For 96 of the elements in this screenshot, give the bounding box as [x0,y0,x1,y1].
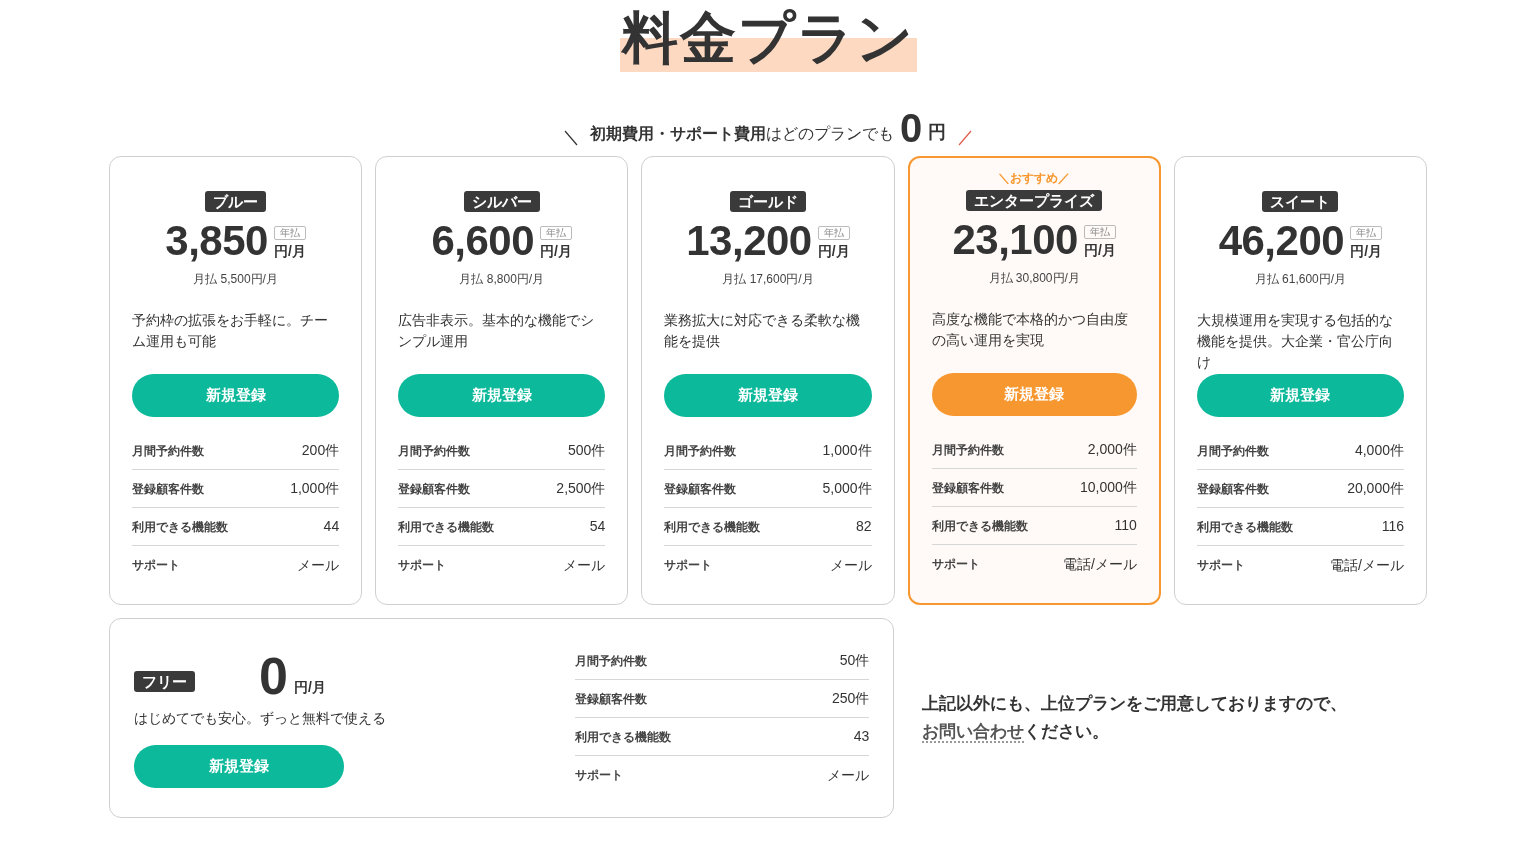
spec-value: 2,500件 [556,479,606,498]
recommend-label: ＼おすすめ／ [998,170,1071,186]
signup-button[interactable]: 新規登録 [1196,374,1404,417]
plan-description: 予約枠の拡張をお手軽に。チーム運用も可能 [132,311,329,351]
signup-button[interactable]: 新規登録 [134,745,344,788]
spec-value: 116 [1381,517,1404,536]
spec-value: 4,000件 [1354,441,1404,460]
spec-label: サポート [931,556,980,573]
spec-label: 月間予約件数 [132,442,204,460]
spec-label: 月間予約件数 [1196,442,1269,460]
spec-label: サポート [398,557,447,574]
plan-price: 3,850 [165,218,268,264]
spec-value: 110 [1114,516,1137,535]
spec-value: 50件 [839,651,870,670]
plan-tag: スイート [1262,191,1339,212]
plan-price: 46,200 [1218,218,1345,264]
spec-value: 500件 [568,441,606,460]
plan-description: 広告非表示。基本的な機能でシンプル運用 [398,311,596,351]
currency-label: 円 [928,121,947,144]
monthly-price: 月払 5,500円/月 [193,271,278,288]
spec-label: 登録顧客件数 [664,480,737,498]
spec-value: 250件 [832,689,870,708]
spec-value: 54 [589,517,606,536]
spec-value: 20,000件 [1347,479,1404,498]
spec-label: サポート [1196,557,1245,574]
plan-price: 6,600 [431,218,535,264]
plan-description: 高度な機能で本格的かつ自由度の高い運用を実現 [931,310,1129,350]
monthly-price: 月払 17,600円/月 [722,271,814,288]
spec-value: 1,000件 [290,479,340,498]
plan-tag: シルバー [463,191,540,212]
plan-description: はじめてでも安心。ずっと無料で使える [134,709,387,728]
note-text: 上記以外にも、上位プランをご用意しておりますので、 お問い合わせ ください。 [922,693,1349,745]
signup-button[interactable]: 新規登録 [398,374,606,417]
spec-label: サポート [664,557,713,574]
plan-price: 23,100 [952,217,1078,263]
spec-value: 44 [323,517,340,536]
spec-value: 10,000件 [1079,478,1137,497]
spec-label: 月間予約件数 [931,441,1004,459]
billing-badge: 年払 [817,226,850,240]
monthly-price: 月払 30,800円/月 [988,270,1080,287]
spec-label: 月間予約件数 [398,442,471,460]
plan-price: 0 [259,648,288,704]
subtitle-text: 初期費用・サポート費用はどのプランでも [589,124,894,144]
spec-value: メール [297,555,340,575]
billing-badge: 年払 [1083,225,1116,239]
billing-badge: 年払 [1350,226,1383,240]
monthly-price: 月払 8,800円/月 [459,271,545,288]
price-unit: 円/月 [540,242,572,260]
billing-badge: 年払 [540,226,573,240]
slash-icon [563,130,578,146]
spec-label: 登録顧客件数 [398,480,471,498]
plan-price: 13,200 [686,218,812,264]
signup-button[interactable]: 新規登録 [664,374,872,417]
spec-label: 月間予約件数 [664,442,737,460]
spec-value: 5,000件 [822,479,872,498]
price-unit: 円/月 [1350,242,1382,260]
price-unit: 円/月 [1083,241,1116,259]
spec-value: 43 [853,727,870,746]
spec-value: 電話/メール [1330,555,1404,575]
plan-tag: ゴールド [730,191,806,212]
spec-label: サポート [132,557,180,574]
spec-value: 200件 [301,441,340,460]
spec-label: サポート [575,767,624,784]
spec-value: 電話/メール [1062,554,1137,574]
slash-icon [958,130,973,146]
plan-description: 大規模運用を実現する包括的な機能を提供。大企業・官公庁向け [1196,311,1394,372]
signup-button[interactable]: 新規登録 [132,374,340,417]
contact-link[interactable]: お問い合わせ [922,722,1025,743]
billing-badge: 年払 [273,226,306,240]
spec-label: 利用できる機能数 [1196,518,1293,536]
spec-label: 登録顧客件数 [132,480,204,498]
spec-label: 利用できる機能数 [575,728,672,746]
spec-label: 登録顧客件数 [1196,480,1269,498]
spec-label: 利用できる機能数 [398,518,495,536]
spec-value: 2,000件 [1087,440,1137,459]
spec-label: 登録顧客件数 [931,479,1004,497]
spec-label: 利用できる機能数 [132,518,228,536]
plan-tag: フリー [134,671,195,692]
plan-tag: エンタープライズ [966,190,1103,211]
spec-label: 利用できる機能数 [664,518,761,536]
price-unit: 円/月 [273,242,306,260]
plan-tag: ブルー [205,191,267,212]
plan-description: 業務拡大に対応できる柔軟な機能を提供 [664,311,862,351]
spec-label: 利用できる機能数 [931,517,1028,535]
spec-value: メール [827,765,870,785]
spec-value: 1,000件 [822,441,872,460]
spec-value: 82 [856,517,872,536]
spec-value: メール [563,555,606,575]
price-unit: 円/月 [817,242,850,260]
spec-label: 月間予約件数 [575,652,648,670]
spec-value: メール [829,555,872,575]
monthly-price: 月払 61,600円/月 [1254,271,1347,288]
zero-amount: 0 [899,108,923,148]
signup-button[interactable]: 新規登録 [931,373,1137,416]
price-unit: 円/月 [293,678,326,697]
spec-label: 登録顧客件数 [575,690,648,708]
